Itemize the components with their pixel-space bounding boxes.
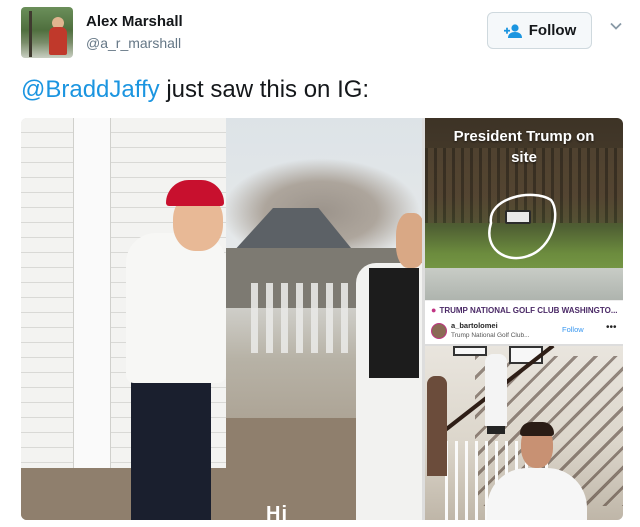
photo-right-bottom[interactable] <box>425 346 623 520</box>
circle-annotation <box>488 193 557 260</box>
chevron-down-icon[interactable] <box>609 19 623 33</box>
follow-button[interactable]: Follow <box>487 12 592 49</box>
instagram-bar: ● TRUMP NATIONAL GOLF CLUB WASHINGTO... … <box>425 300 623 344</box>
follow-button-label: Follow <box>528 22 577 39</box>
story-title-line1: President Trump on <box>453 128 595 145</box>
ig-subtitle: Trump National Golf Club... <box>451 332 530 339</box>
smiling-man-shirt <box>487 468 587 520</box>
author-handle[interactable]: @a_r_marshall <box>86 35 181 51</box>
picture-frame <box>453 346 487 356</box>
pin-icon: ● <box>431 305 437 315</box>
mention-link[interactable]: @BraddJaffy <box>21 76 160 103</box>
guard-head <box>396 213 422 268</box>
building-column <box>73 118 111 468</box>
add-user-icon <box>503 23 522 38</box>
author-avatar[interactable] <box>21 7 73 58</box>
ig-more-icon[interactable]: ••• <box>606 322 617 333</box>
avatar-person <box>49 27 67 55</box>
photo-caption: Hi <box>266 503 288 520</box>
patio-chairs <box>251 283 371 353</box>
guard-vest <box>369 268 419 378</box>
ig-location-text: TRUMP NATIONAL GOLF CLUB WASHINGTO... <box>439 305 618 315</box>
ig-username[interactable]: a_bartolomei <box>451 321 498 330</box>
tweet-text: @BraddJaffy just saw this on IG: <box>21 76 369 104</box>
photo-right-top[interactable]: President Trump on site ● TRUMP NATIONAL… <box>425 118 623 344</box>
photo-left[interactable]: Hi <box>21 118 422 520</box>
ig-location[interactable]: ● TRUMP NATIONAL GOLF CLUB WASHINGTO... <box>431 305 618 315</box>
smiling-man-hair <box>520 422 554 436</box>
ig-avatar[interactable] <box>431 323 447 339</box>
man-white-shirt <box>126 233 226 383</box>
man-pants <box>131 373 211 520</box>
avatar-flagpole <box>29 11 32 57</box>
story-title-line2: site <box>511 149 537 166</box>
ig-follow-button[interactable]: Follow <box>562 325 584 334</box>
story-title: President Trump on site <box>425 126 623 168</box>
person-on-stairs <box>485 354 507 426</box>
person-left <box>427 376 447 476</box>
tweet-body: just saw this on IG: <box>159 76 370 103</box>
author-name[interactable]: Alex Marshall <box>86 13 183 30</box>
tweet-media[interactable]: Hi President Trump on site ● TRUMP NATIO… <box>21 118 623 520</box>
